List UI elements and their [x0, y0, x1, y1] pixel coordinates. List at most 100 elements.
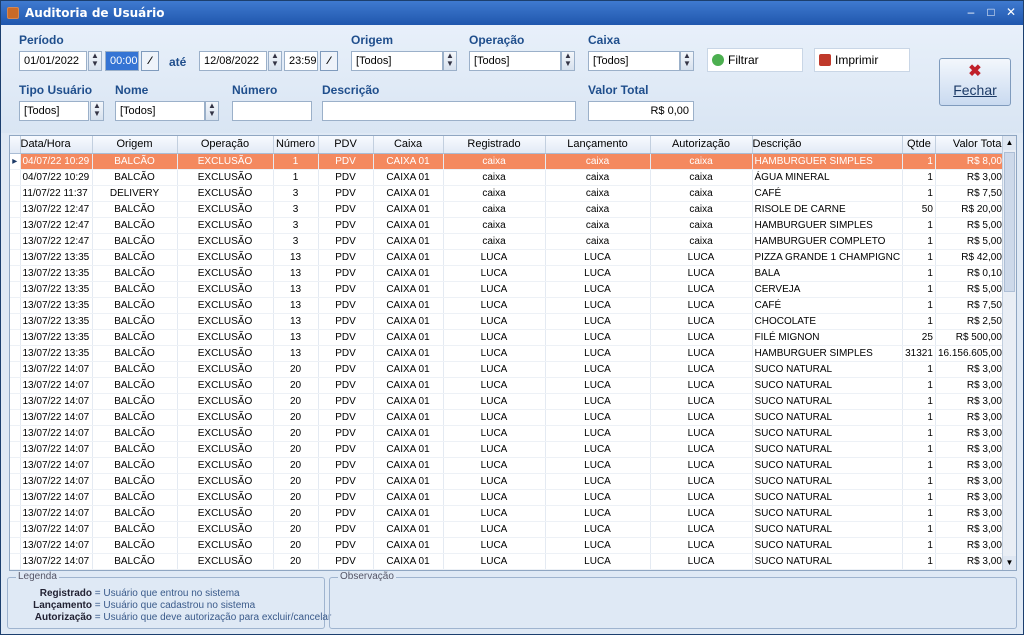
close-icon[interactable]: ✕: [1005, 5, 1017, 19]
nome-select[interactable]: [Todos]: [115, 101, 205, 121]
operacao-select[interactable]: [Todos]: [469, 51, 561, 71]
table-cell: BALCÃO: [92, 217, 178, 234]
table-cell: 13: [273, 345, 319, 362]
table-row[interactable]: 13/07/22 14:07 BALCÃO EXCLUSÃO 20 PDV CAIXA 0…: [10, 409, 1005, 426]
column-header[interactable]: Registrado: [443, 136, 546, 154]
tipo-usuario-dropdown-icon[interactable]: ▲ ▼: [90, 101, 104, 121]
table-cell: LUCA: [443, 329, 546, 346]
table-row[interactable]: 13/07/22 14:07 BALCÃO EXCLUSÃO 20 PDV CAIXA 0…: [10, 457, 1005, 474]
column-header[interactable]: Autorização: [650, 136, 753, 154]
column-header[interactable]: Descrição: [752, 136, 904, 154]
observacao-box[interactable]: Observação: [329, 571, 1017, 629]
calendar-icon[interactable]: ⁄: [141, 51, 159, 71]
column-header[interactable]: Caixa: [373, 136, 444, 154]
fechar-label: Fechar: [953, 82, 997, 98]
column-header[interactable]: Origem: [92, 136, 178, 154]
column-header[interactable]: Operação: [177, 136, 274, 154]
audit-grid[interactable]: Data/Hora Origem Operação Número PDV Caixa Reg…: [9, 135, 1017, 571]
column-header[interactable]: Lançamento: [545, 136, 651, 154]
date-to-spin-icon[interactable]: ▲ ▼: [268, 51, 282, 71]
table-row[interactable]: 11/07/22 11:37 DELIVERY EXCLUSÃO 3 PDV CAIXA …: [10, 185, 1005, 202]
table-row[interactable]: 04/07/22 10:29 BALCÃO EXCLUSÃO 1 PDV CAIXA 01…: [10, 169, 1005, 186]
table-cell: 13: [273, 313, 319, 330]
table-row[interactable]: 13/07/22 14:07 BALCÃO EXCLUSÃO 20 PDV CAIXA 0…: [10, 505, 1005, 522]
table-cell: CAIXA 01: [373, 313, 444, 330]
descricao-input[interactable]: [322, 101, 576, 121]
legend-caption: Legenda: [16, 571, 59, 582]
date-from-input[interactable]: 01/01/2022: [19, 51, 87, 71]
column-header[interactable]: Qtde: [902, 136, 936, 154]
column-header[interactable]: Número: [273, 136, 319, 154]
table-row[interactable]: 13/07/22 14:07 BALCÃO EXCLUSÃO 20 PDV CAIXA 0…: [10, 473, 1005, 490]
table-cell: R$ 20,00: [935, 201, 1005, 218]
scroll-thumb[interactable]: [1004, 152, 1015, 292]
table-row[interactable]: 13/07/22 14:07 BALCÃO EXCLUSÃO 20 PDV CAIXA 0…: [10, 537, 1005, 554]
scroll-up-icon[interactable]: ▲: [1003, 136, 1016, 150]
table-cell: 13/07/22 13:35: [20, 265, 93, 282]
column-header[interactable]: Data/Hora: [20, 136, 93, 154]
table-cell: 1: [902, 313, 936, 330]
tipo-usuario-select[interactable]: [Todos]: [19, 101, 89, 121]
time-from-input[interactable]: 00:00: [105, 51, 139, 71]
time-to-input[interactable]: 23:59: [284, 51, 318, 71]
maximize-icon[interactable]: □: [985, 5, 997, 19]
origem-select[interactable]: [Todos]: [351, 51, 443, 71]
table-row[interactable]: 13/07/22 13:35 BALCÃO EXCLUSÃO 13 PDV CAIXA 0…: [10, 249, 1005, 266]
table-row[interactable]: 13/07/22 14:07 BALCÃO EXCLUSÃO 20 PDV CAIXA 0…: [10, 377, 1005, 394]
table-cell: EXCLUSÃO: [177, 233, 274, 250]
table-cell: R$ 3,00: [935, 473, 1005, 490]
table-cell: LUCA: [545, 553, 651, 570]
table-cell: LUCA: [650, 393, 753, 410]
table-row[interactable]: 13/07/22 12:47 BALCÃO EXCLUSÃO 3 PDV CAIXA 01…: [10, 233, 1005, 250]
minimize-icon[interactable]: –: [965, 5, 977, 19]
table-row[interactable]: 13/07/22 12:47 BALCÃO EXCLUSÃO 3 PDV CAIXA 01…: [10, 217, 1005, 234]
operacao-dropdown-icon[interactable]: ▲ ▼: [561, 51, 575, 71]
table-row[interactable]: 13/07/22 13:35 BALCÃO EXCLUSÃO 13 PDV CAIXA 0…: [10, 265, 1005, 282]
table-cell: LUCA: [545, 265, 651, 282]
table-cell: R$ 3,00: [935, 521, 1005, 538]
table-cell: 3: [273, 233, 319, 250]
imprimir-button[interactable]: Imprimir: [814, 48, 910, 72]
table-row[interactable]: 13/07/22 12:47 BALCÃO EXCLUSÃO 3 PDV CAIXA 01…: [10, 201, 1005, 218]
table-row[interactable]: 13/07/22 14:07 BALCÃO EXCLUSÃO 20 PDV CAIXA 0…: [10, 425, 1005, 442]
table-row[interactable]: 13/07/22 14:07 BALCÃO EXCLUSÃO 20 PDV CAIXA 0…: [10, 489, 1005, 506]
fechar-button[interactable]: ✖ Fechar: [939, 58, 1011, 106]
nome-dropdown-icon[interactable]: ▲ ▼: [205, 101, 219, 121]
table-cell: 13: [273, 329, 319, 346]
table-row[interactable]: 13/07/22 13:35 BALCÃO EXCLUSÃO 13 PDV CAIXA 0…: [10, 281, 1005, 298]
table-cell: 13/07/22 13:35: [20, 345, 93, 362]
vertical-scrollbar[interactable]: ▲ ▼: [1002, 136, 1016, 570]
table-row[interactable]: 13/07/22 14:07 BALCÃO EXCLUSÃO 20 PDV CAIXA 0…: [10, 393, 1005, 410]
table-row[interactable]: 13/07/22 14:07 BALCÃO EXCLUSÃO 20 PDV CAIXA 0…: [10, 553, 1005, 570]
table-row[interactable]: 13/07/22 13:35 BALCÃO EXCLUSÃO 13 PDV CAIXA 0…: [10, 329, 1005, 346]
column-header[interactable]: Valor Total: [935, 136, 1005, 154]
caixa-select[interactable]: [Todos]: [588, 51, 680, 71]
table-row[interactable]: 13/07/22 13:35 BALCÃO EXCLUSÃO 13 PDV CAIXA 0…: [10, 345, 1005, 362]
filtrar-button[interactable]: Filtrar: [707, 48, 803, 72]
origem-dropdown-icon[interactable]: ▲ ▼: [443, 51, 457, 71]
table-cell: PDV: [318, 473, 374, 490]
table-row[interactable]: 13/07/22 13:35 BALCÃO EXCLUSÃO 13 PDV CAIXA 0…: [10, 297, 1005, 314]
table-row[interactable]: 13/07/22 14:07 BALCÃO EXCLUSÃO 20 PDV CAIXA 0…: [10, 521, 1005, 538]
table-cell: EXCLUSÃO: [177, 505, 274, 522]
table-cell: LUCA: [650, 249, 753, 266]
table-cell: caixa: [650, 185, 753, 202]
calendar-icon[interactable]: ⁄: [320, 51, 338, 71]
periodo-label: Período: [19, 33, 64, 47]
table-row[interactable]: 13/07/22 13:35 BALCÃO EXCLUSÃO 13 PDV CAIXA 0…: [10, 313, 1005, 330]
numero-input[interactable]: [232, 101, 312, 121]
column-header[interactable]: PDV: [318, 136, 374, 154]
date-to-input[interactable]: 12/08/2022: [199, 51, 267, 71]
table-cell: LUCA: [443, 489, 546, 506]
table-row[interactable]: ▸ 04/07/22 10:29 BALCÃO EXCLUSÃO 1 PDV CAIXA 0…: [10, 153, 1005, 170]
table-cell: 20: [273, 457, 319, 474]
table-row[interactable]: 13/07/22 14:07 BALCÃO EXCLUSÃO 20 PDV CAIXA 0…: [10, 361, 1005, 378]
table-cell: 13/07/22 13:35: [20, 281, 93, 298]
scroll-down-icon[interactable]: ▼: [1003, 556, 1016, 570]
caixa-dropdown-icon[interactable]: ▲ ▼: [680, 51, 694, 71]
valor-total-field: R$ 0,00: [588, 101, 694, 121]
table-cell: caixa: [650, 201, 753, 218]
table-row[interactable]: 13/07/22 14:07 BALCÃO EXCLUSÃO 20 PDV CAIXA 0…: [10, 441, 1005, 458]
table-cell: CAIXA 01: [373, 425, 444, 442]
date-from-spin-icon[interactable]: ▲ ▼: [88, 51, 102, 71]
